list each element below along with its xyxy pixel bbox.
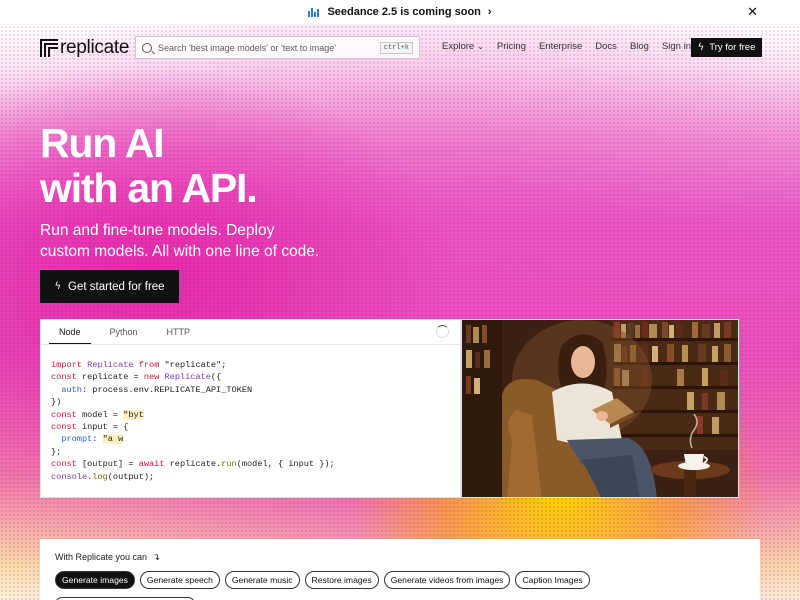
- nav-links: Explore ⌄ Pricing Enterprise Docs Blog Si…: [442, 41, 704, 52]
- use-cases-card: With Replicate you can ↴ Generate images…: [40, 539, 760, 600]
- woman-reading-illustration: [462, 320, 738, 497]
- top-nav: replicate ctrl+k Explore⌄ Pricing Enterp…: [0, 25, 800, 71]
- close-icon[interactable]: ✕: [747, 5, 758, 20]
- chevron-down-icon: ⌄: [477, 42, 484, 51]
- use-case-pills: Generate images Generate speech Generate…: [55, 571, 590, 589]
- hero-background: [0, 25, 800, 600]
- announcement-text[interactable]: Seedance 2.5 is coming soon: [327, 6, 480, 18]
- tab-http[interactable]: HTTP: [157, 320, 201, 344]
- try-for-free-label: Try for free: [709, 42, 756, 53]
- example-output-image: [461, 319, 739, 498]
- nav-link-pricing[interactable]: Pricing: [497, 41, 526, 52]
- pill-generate-speech[interactable]: Generate speech: [139, 571, 220, 589]
- hero-title-line-2: with an API.: [40, 165, 258, 211]
- replicate-logo-icon: [40, 39, 58, 57]
- hero-subtitle-line-1: Run and fine-tune models. Deploy: [40, 222, 275, 239]
- hero-subtitle-line-2: custom models. All with one line of code…: [40, 243, 320, 260]
- announcement-bar[interactable]: Seedance 2.5 is coming soon › ✕: [0, 0, 800, 25]
- get-started-label: Get started for free: [68, 280, 165, 293]
- hero-title-line-1: Run AI: [40, 120, 165, 166]
- chevron-right-icon: ›: [487, 6, 492, 18]
- pill-generate-images[interactable]: Generate images: [55, 571, 135, 589]
- nav-link-sign-in[interactable]: Sign in: [662, 41, 691, 52]
- logo[interactable]: replicate: [40, 37, 129, 59]
- with-replicate-label: With Replicate you can ↴: [55, 552, 161, 563]
- logo-text: replicate: [60, 37, 130, 58]
- pill-generate-videos[interactable]: Generate videos from images: [383, 571, 511, 589]
- get-started-button[interactable]: ϟ Get started for free: [40, 270, 179, 303]
- tab-python[interactable]: Python: [100, 320, 148, 344]
- lightning-icon: ϟ: [54, 281, 62, 292]
- code-example-card: Node Python HTTP import Replicate from "…: [40, 319, 461, 498]
- search-bar[interactable]: ctrl+k: [135, 36, 420, 59]
- search-input[interactable]: [158, 42, 380, 53]
- hero-title: Run AI with an API.: [40, 120, 258, 211]
- search-icon: [142, 42, 152, 53]
- nav-link-enterprise[interactable]: Enterprise: [539, 41, 582, 52]
- code-snippet[interactable]: import Replicate from "replicate"; const…: [41, 345, 460, 497]
- code-tabs: Node Python HTTP: [41, 320, 460, 345]
- nav-link-docs[interactable]: Docs: [595, 41, 617, 52]
- pill-caption-images[interactable]: Caption Images: [515, 571, 590, 589]
- nav-link-blog[interactable]: Blog: [630, 41, 649, 52]
- hero-subtitle: Run and fine-tune models. Deploy custom …: [40, 220, 360, 262]
- loading-spinner-icon: [436, 325, 449, 338]
- arrow-down-right-icon: ↴: [152, 553, 161, 563]
- bar-chart-icon: [308, 7, 320, 17]
- pill-generate-music[interactable]: Generate music: [224, 571, 300, 589]
- pill-restore-images[interactable]: Restore images: [304, 571, 379, 589]
- try-for-free-button[interactable]: ϟ Try for free: [691, 38, 762, 57]
- nav-link-explore[interactable]: Explore ⌄: [442, 41, 484, 52]
- lightning-icon: ϟ: [697, 42, 705, 53]
- tab-node[interactable]: Node: [49, 320, 91, 344]
- search-shortcut-badge: ctrl+k: [379, 41, 413, 54]
